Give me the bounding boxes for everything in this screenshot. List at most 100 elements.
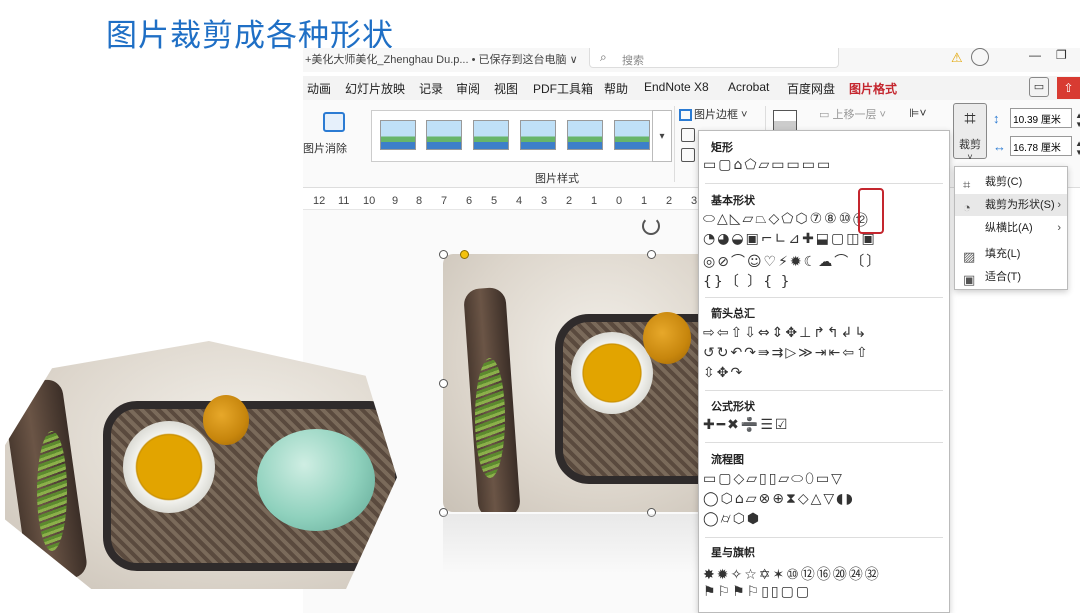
shape-row-basic-3[interactable]: ◎⊘⌒☺♡⚡✹☾☁⌒〔〕: [703, 251, 947, 271]
shape-row-equation[interactable]: ✚━✖➗☰☑: [703, 417, 947, 437]
tab-record[interactable]: 记录: [419, 80, 443, 97]
width-control: ↔ ▲▼: [993, 136, 1080, 157]
menu-item-fit-label: 适合(T): [985, 271, 1022, 283]
ruler-tick: 11: [338, 195, 350, 207]
octagon-cropped-photo: [5, 341, 397, 589]
selected-picture[interactable]: [443, 254, 707, 512]
ruler-tick: 0: [616, 195, 623, 207]
category-block-arrows: 箭头总汇: [711, 308, 755, 320]
shape-row-basic-1[interactable]: ⬭△◺▱⏢◇⬠⬡⑦⑧⑩⑫: [703, 211, 947, 231]
small-pot: [643, 312, 691, 364]
divider: [705, 537, 943, 538]
tab-help[interactable]: 帮助: [604, 80, 628, 97]
picture-layout-icon[interactable]: [681, 148, 695, 162]
share-icon[interactable]: ⇧: [1057, 77, 1080, 99]
ruler-tick: 9: [392, 195, 399, 207]
chevron-down-icon: ˅: [967, 152, 973, 162]
tab-pdf-tools[interactable]: PDF工具箱: [533, 80, 593, 97]
shape-row-flowchart-2[interactable]: ◯⬡⌂▱⊗⊕⧗◇△▽◖◗: [703, 491, 947, 511]
align-icon[interactable]: ⊫˅: [909, 106, 926, 120]
divider: [674, 106, 675, 182]
picture-styles-group-label: 图片样式: [535, 173, 579, 185]
alt-text-icon[interactable]: [773, 110, 797, 132]
menu-item-crop-to-shape[interactable]: ◔ 裁剪为形状(S) ›: [955, 194, 1067, 216]
tab-slideshow[interactable]: 幻灯片放映: [345, 80, 405, 97]
picture-border-button[interactable]: 图片边框 ˅: [679, 106, 747, 122]
search-box[interactable]: ⌕ 搜索: [589, 48, 839, 68]
tab-animation[interactable]: 动画: [307, 80, 331, 97]
shape-row-stars-1[interactable]: ✸✹✧☆✡✶⑩⑫⑯⑳㉔㉜: [703, 564, 947, 584]
tab-endnote[interactable]: EndNote X8: [644, 80, 709, 94]
shape-row-arrows-3[interactable]: ⇳✥↷: [703, 365, 947, 385]
shape-icon: ◔: [963, 200, 971, 215]
bring-forward-label: 上移一层: [832, 109, 877, 121]
width-input[interactable]: [1010, 136, 1073, 156]
bring-forward-button[interactable]: ▭ 上移一层 ˅: [819, 106, 886, 122]
picture-style-1[interactable]: [380, 120, 416, 150]
shape-row-stars-2[interactable]: ⚑⚐⚑⚐▯▯▢▢: [703, 584, 947, 604]
title-bar: +美化大师美化_Zhenghau Du.p... • 已保存到这台电脑 ∨ ⌕ …: [303, 48, 1080, 72]
shape-row-basic-2[interactable]: ◔◕◒▣⌐∟⊿✚⬓▢◫▣: [703, 231, 947, 251]
crop-icon: ⌗: [964, 108, 976, 130]
tab-baidu-netdisk[interactable]: 百度网盘: [787, 80, 835, 97]
resize-handle[interactable]: [439, 250, 448, 259]
height-spinner[interactable]: ▲ ▼: [1075, 111, 1080, 129]
ruler-tick: 2: [666, 195, 673, 207]
tab-view[interactable]: 视图: [494, 80, 518, 97]
remove-background-label: 图片消除: [303, 143, 347, 155]
resize-handle[interactable]: [439, 379, 448, 388]
ruler-tick: 8: [416, 195, 423, 207]
menu-item-crop[interactable]: ⌗ 裁剪(C): [955, 171, 1067, 193]
document-name[interactable]: +美化大师美化_Zhenghau Du.p... • 已保存到这台电脑 ∨: [305, 51, 578, 67]
category-stars-banners: 星与旗帜: [711, 547, 755, 559]
category-flowchart: 流程图: [711, 454, 744, 466]
menu-item-crop-to-shape-label: 裁剪为形状(S): [985, 199, 1055, 211]
menu-item-fill[interactable]: ▨ 填充(L): [955, 243, 1067, 265]
shape-row-rectangles[interactable]: ▭▢⌂⬠▱▭▭▭▭: [703, 157, 947, 177]
picture-border-label: 图片边框: [694, 109, 738, 121]
width-spinner[interactable]: ▲ ▼: [1075, 139, 1080, 157]
tab-review[interactable]: 审阅: [456, 80, 480, 97]
tea-leaves: [475, 358, 505, 478]
shape-row-flowchart-1[interactable]: ▭▢◇▱▯▯▱⬭⬯▭▽: [703, 471, 947, 491]
avatar[interactable]: [971, 48, 989, 66]
height-icon: ↕: [993, 110, 1000, 126]
ruler-tick: 3: [691, 195, 698, 207]
tab-picture-format[interactable]: 图片格式: [849, 80, 898, 102]
ruler-tick: 4: [516, 195, 523, 207]
minimize-icon[interactable]: —: [1029, 48, 1041, 62]
shape-row-basic-4[interactable]: {}〔 〕{ }: [703, 271, 947, 291]
selected-shape-highlight: [858, 188, 884, 234]
ruler-tick: 7: [441, 195, 448, 207]
picture-style-4[interactable]: [520, 120, 556, 150]
shape-row-arrows-2[interactable]: ↺↻↶↷⇛⇉▷≫⇥⇤⇦⇧: [703, 345, 947, 365]
height-input[interactable]: [1010, 108, 1073, 128]
adjust-handle[interactable]: [460, 250, 469, 259]
resize-handle[interactable]: [647, 250, 656, 259]
shape-row-arrows-1[interactable]: ⇨⇦⇧⇩⇔⇕✥⊥↱↰↲↳: [703, 325, 947, 345]
tab-acrobat[interactable]: Acrobat: [728, 80, 769, 94]
shape-row-flowchart-3[interactable]: ◯⌭⬡⬢: [703, 511, 947, 531]
menu-item-aspect-ratio-label: 纵横比(A): [985, 222, 1033, 234]
picture-style-3[interactable]: [473, 120, 509, 150]
eraser-icon: [323, 112, 345, 132]
ruler-tick: 1: [591, 195, 598, 207]
warning-icon[interactable]: ⚠: [951, 50, 963, 66]
gallery-more-button[interactable]: ▾: [652, 110, 672, 162]
picture-style-6[interactable]: [614, 120, 650, 150]
picture-style-2[interactable]: [426, 120, 462, 150]
crop-button[interactable]: ⌗ 裁剪 ˅: [953, 103, 987, 162]
border-icon: [679, 109, 692, 122]
teacup: [571, 332, 653, 414]
picture-style-5[interactable]: [567, 120, 603, 150]
restore-icon[interactable]: ❐: [1056, 48, 1067, 62]
ruler-tick: 3: [541, 195, 548, 207]
remove-background-button[interactable]: 图片消除: [303, 110, 363, 170]
menu-item-aspect-ratio[interactable]: 纵横比(A) ›: [955, 217, 1067, 239]
menu-item-fit[interactable]: ▣ 适合(T): [955, 266, 1067, 288]
comment-icon[interactable]: ▭: [1029, 77, 1049, 97]
width-icon: ↔: [993, 138, 1006, 154]
ruler-tick: 12: [313, 195, 326, 207]
picture-effects-icon[interactable]: [681, 128, 695, 142]
rotate-handle-icon[interactable]: [642, 217, 660, 235]
